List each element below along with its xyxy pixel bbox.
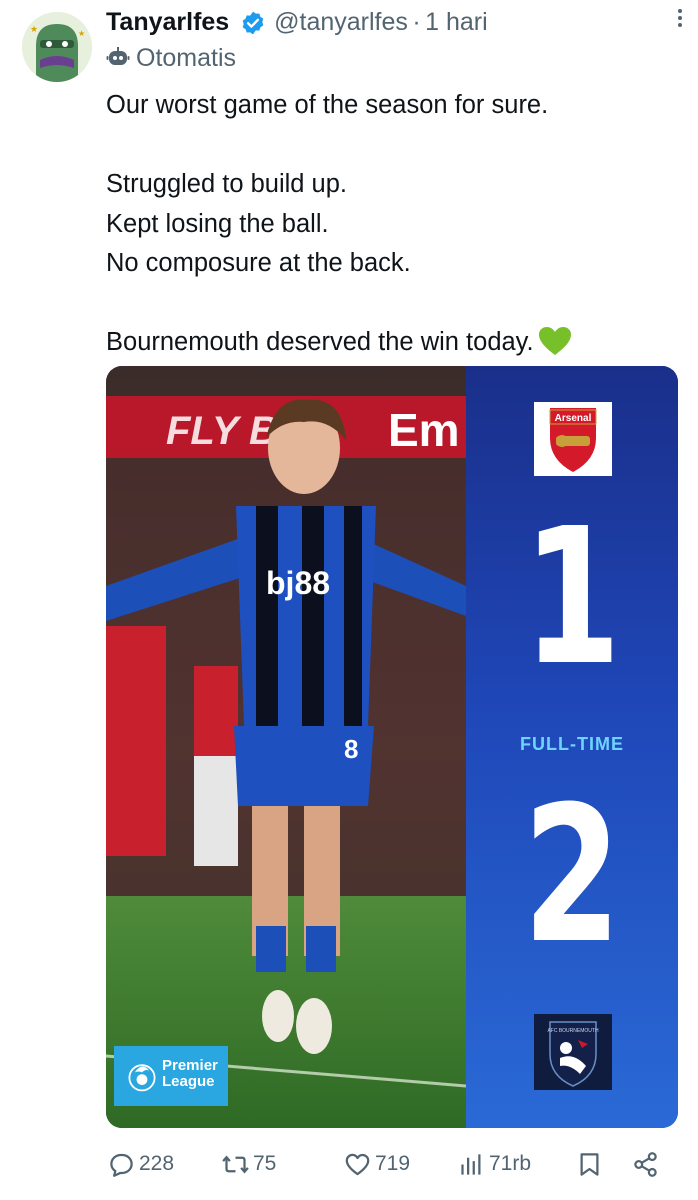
premier-league-line1: Premier: [162, 1057, 218, 1074]
tweet-header: Tanyarlfes @tanyarlfes · 1 hari: [106, 8, 678, 42]
views-button[interactable]: 71rb: [458, 1146, 531, 1182]
automated-label: Otomatis: [106, 44, 236, 73]
away-score: 2: [522, 766, 622, 985]
shorts-number-text: 8: [344, 734, 358, 764]
home-score: 1: [522, 488, 622, 707]
views-chart-icon: [461, 1153, 481, 1175]
bookmark-icon: [580, 1152, 599, 1176]
tweet-actions: 228 75 719 71rb: [106, 1146, 678, 1182]
bournemouth-crest-logo: AFC BOURNEMOUTH: [534, 1014, 612, 1090]
premier-league-lion-icon: [128, 1064, 156, 1092]
player-celebration-photo: FLY BE Em bj88 8: [106, 366, 466, 1128]
green-heart-emoji-icon: [538, 327, 571, 355]
arsenal-crest-text: Arsenal: [555, 413, 592, 424]
repost-icon: [222, 1154, 249, 1174]
bournemouth-crest-text: AFC BOURNEMOUTH: [547, 1028, 599, 1034]
svg-text:★: ★: [30, 24, 38, 34]
reply-icon: [110, 1153, 133, 1177]
verified-badge-icon: [242, 11, 263, 34]
share-button[interactable]: [632, 1146, 663, 1182]
shirt-sponsor-text: bj88: [266, 565, 330, 601]
tweet-line: Bournemouth deserved the win today.: [106, 328, 534, 356]
tweet-line: Struggled to build up.: [106, 170, 348, 198]
tweet-line: No composure at the back.: [106, 249, 411, 277]
score-panel: Arsenal 1 FULL-TIME 2 AFC BOURNEMOUTH: [466, 366, 678, 1128]
display-name[interactable]: Tanyarlfes: [106, 8, 229, 36]
tweet-text: Our worst game of the season for sure. S…: [106, 86, 686, 363]
premier-league-text: Premier League: [162, 1058, 218, 1090]
reply-button[interactable]: 228: [108, 1146, 174, 1182]
user-handle[interactable]: @tanyarlfes: [274, 8, 408, 36]
repost-button[interactable]: 75: [222, 1146, 276, 1182]
full-time-label: FULL-TIME: [520, 734, 624, 754]
separator-dot: ·: [412, 8, 421, 36]
more-options-icon[interactable]: [668, 6, 692, 30]
arsenal-crest-logo: Arsenal: [534, 402, 612, 476]
like-count: 719: [375, 1152, 411, 1175]
automated-text: Otomatis: [136, 44, 237, 72]
tweet-line: Kept losing the ball.: [106, 209, 329, 238]
tweet-line: Our worst game of the season for sure.: [106, 91, 549, 119]
tweet-line-last: Bournemouth deserved the win today.: [106, 323, 686, 363]
banner-text-right: Em: [388, 404, 460, 456]
views-count: 71rb: [489, 1152, 532, 1175]
share-icon: [634, 1151, 657, 1177]
timestamp[interactable]: 1 hari: [425, 8, 488, 36]
match-photo: FLY BE Em bj88 8: [106, 366, 466, 1128]
reply-count: 228: [139, 1152, 175, 1175]
bookmark-button[interactable]: [576, 1146, 607, 1182]
premier-league-logo: Premier League: [114, 1046, 228, 1106]
avatar-image: ★ ★: [22, 12, 92, 82]
avatar[interactable]: ★ ★: [22, 12, 92, 82]
tweet-media-image[interactable]: FLY BE Em bj88 8 Arsenal 1 FULL-TIME 2 A…: [106, 366, 678, 1128]
like-button[interactable]: 719: [344, 1146, 410, 1182]
repost-count: 75: [253, 1152, 277, 1175]
heart-icon: [345, 1153, 370, 1175]
premier-league-line2: League: [162, 1073, 215, 1090]
svg-text:★: ★: [78, 29, 85, 38]
robot-icon: [106, 47, 130, 65]
